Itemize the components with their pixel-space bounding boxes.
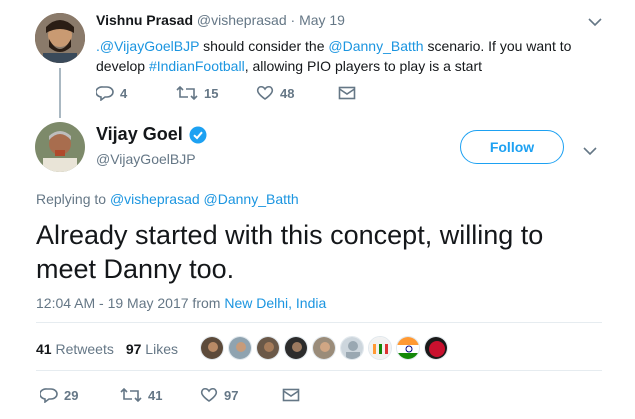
mention-vijaygoelbjp[interactable]: .@VijayGoelBJP xyxy=(96,38,199,54)
heart-icon xyxy=(256,85,274,100)
prev-author-name[interactable]: Vishnu Prasad xyxy=(96,12,193,28)
liker-avatar[interactable] xyxy=(396,336,420,360)
prev-tweet-text: .@VijayGoelBJP should consider the @Dann… xyxy=(96,36,616,76)
replying-to-danny-batth[interactable]: @Danny_Batth xyxy=(204,191,299,207)
liker-avatar[interactable] xyxy=(312,336,336,360)
avatar-vijay-goel[interactable] xyxy=(35,122,85,172)
heart-icon xyxy=(200,387,218,402)
avatar-vishnu[interactable] xyxy=(35,13,85,63)
liker-avatar[interactable] xyxy=(368,336,392,360)
engagement-stats: 41 Retweets 97 Likes xyxy=(36,341,178,357)
divider-bottom xyxy=(36,370,602,371)
divider-top xyxy=(36,322,602,323)
main-chevron-down-icon[interactable] xyxy=(583,143,597,161)
main-tweet-text: Already started with this concept, willi… xyxy=(36,220,544,284)
verified-badge-icon xyxy=(189,126,207,143)
prev-retweet-count: 15 xyxy=(204,85,219,101)
prev-text-line2: develop #IndianFootball, allowing PIO pl… xyxy=(96,58,483,74)
tweet-location[interactable]: New Delhi, India xyxy=(224,295,326,311)
thread-line xyxy=(59,68,61,118)
reply-icon xyxy=(96,86,114,101)
main-author-name[interactable]: Vijay Goel xyxy=(96,124,183,145)
replying-to: Replying to @visheprasad @Danny_Batth xyxy=(36,191,299,207)
retweet-icon xyxy=(176,85,198,101)
main-actions: 29 41 97 xyxy=(40,387,300,403)
main-dm-button[interactable] xyxy=(282,387,300,403)
liker-avatar[interactable] xyxy=(284,336,308,360)
envelope-icon xyxy=(338,86,356,100)
main-author: Vijay Goel @VijayGoelBJP xyxy=(96,124,207,167)
prev-like-count: 48 xyxy=(280,85,295,101)
prev-author-handle[interactable]: @visheprasad xyxy=(197,12,287,28)
envelope-icon xyxy=(282,388,300,402)
liker-avatar[interactable] xyxy=(228,336,252,360)
liker-avatar[interactable] xyxy=(200,336,224,360)
liker-avatar[interactable] xyxy=(256,336,280,360)
hashtag-indianfootball[interactable]: #IndianFootball xyxy=(149,58,245,74)
prev-separator: · xyxy=(290,12,296,28)
liker-avatars xyxy=(200,336,448,360)
main-reply-button[interactable]: 29 xyxy=(40,387,120,403)
main-retweet-count: 41 xyxy=(148,387,163,403)
main-reply-count: 29 xyxy=(64,387,79,403)
retweet-icon xyxy=(120,387,142,403)
liker-avatar[interactable] xyxy=(424,336,448,360)
tweet-timestamp: 12:04 AM - 19 May 2017 from New Delhi, I… xyxy=(36,295,327,311)
main-author-handle[interactable]: @VijayGoelBJP xyxy=(96,151,207,167)
likes-stat[interactable]: 97 Likes xyxy=(126,341,178,357)
prev-tweet-header: Vishnu Prasad @visheprasad · May 19 xyxy=(96,12,345,28)
prev-retweet-button[interactable]: 15 xyxy=(176,85,256,101)
prev-text-line1: .@VijayGoelBJP should consider the @Dann… xyxy=(96,38,572,54)
follow-button[interactable]: Follow xyxy=(460,130,564,164)
prev-reply-count: 4 xyxy=(120,85,128,101)
prev-date[interactable]: May 19 xyxy=(299,12,345,28)
replying-to-visheprasad[interactable]: @visheprasad xyxy=(110,191,200,207)
prev-actions: 4 15 48 xyxy=(96,85,356,101)
prev-chevron-down-icon[interactable] xyxy=(588,14,602,32)
main-like-button[interactable]: 97 xyxy=(200,387,282,403)
reply-icon xyxy=(40,388,58,403)
mention-danny-batth[interactable]: @Danny_Batth xyxy=(328,38,423,54)
prev-reply-button[interactable]: 4 xyxy=(96,85,176,101)
prev-like-button[interactable]: 48 xyxy=(256,85,338,101)
retweets-stat[interactable]: 41 Retweets xyxy=(36,341,114,357)
main-like-count: 97 xyxy=(224,387,239,403)
liker-avatar[interactable] xyxy=(340,336,364,360)
main-retweet-button[interactable]: 41 xyxy=(120,387,200,403)
prev-dm-button[interactable] xyxy=(338,85,356,101)
